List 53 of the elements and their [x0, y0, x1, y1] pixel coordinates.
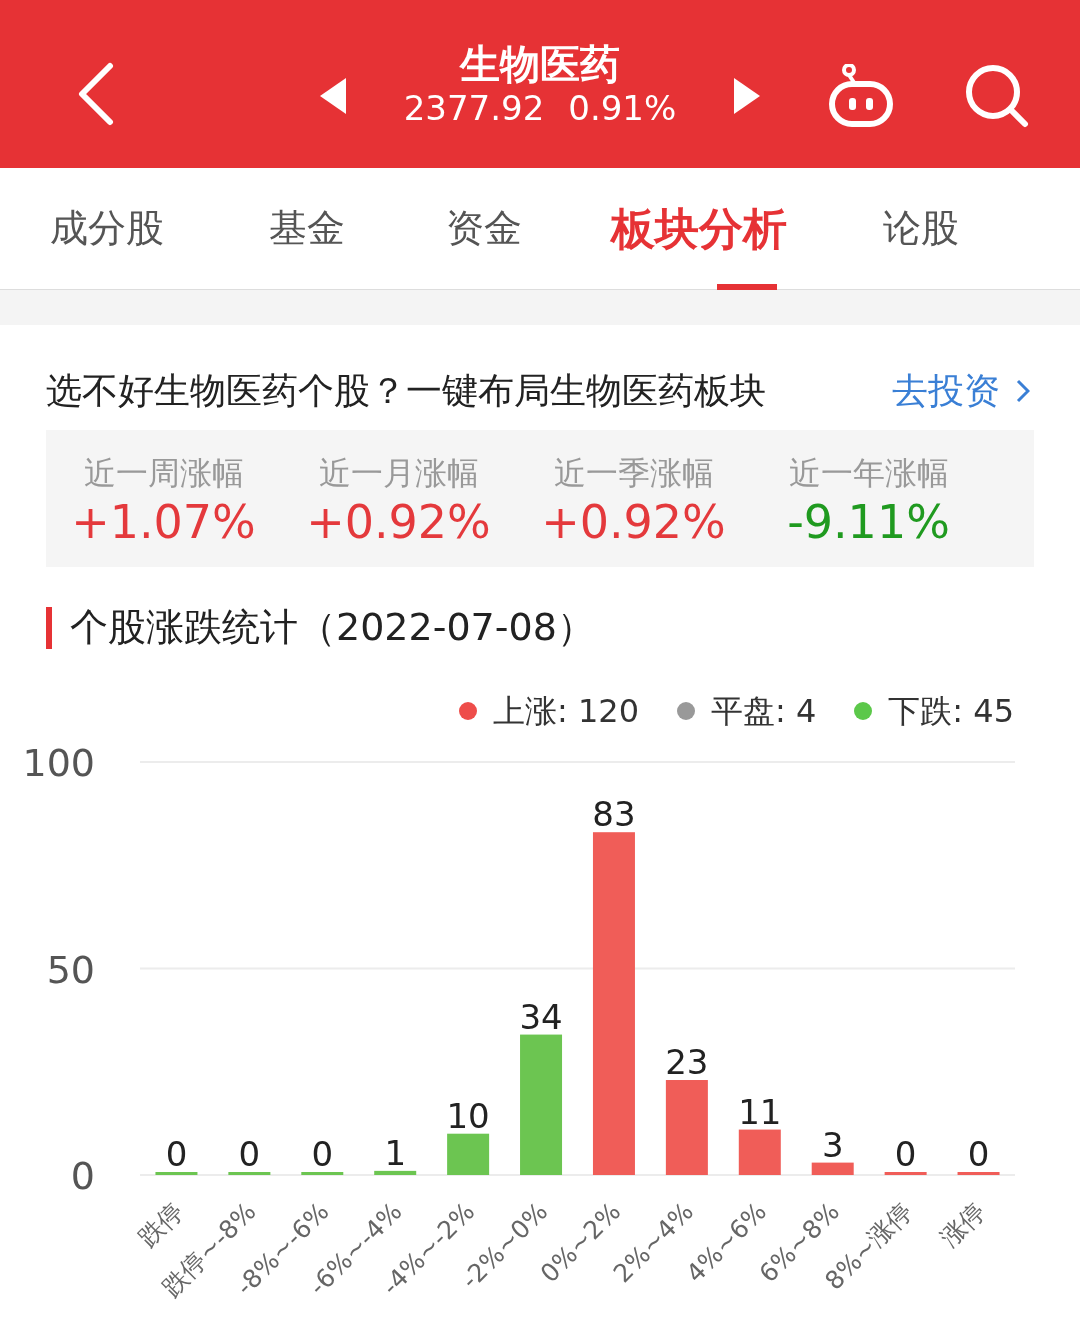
bar-value: 0	[165, 1133, 188, 1174]
legend-label: 上涨: 120	[493, 690, 639, 732]
next-icon[interactable]	[734, 78, 760, 114]
period-label: 近一月涨幅	[318, 453, 479, 495]
period-change: +0.92%	[306, 497, 491, 548]
legend-label: 下跌: 45	[888, 690, 1014, 732]
period-label: 近一季涨幅	[553, 453, 714, 495]
index-value: 2377.92	[403, 87, 545, 129]
bar	[155, 1171, 198, 1175]
chevron-right-icon	[1016, 378, 1030, 403]
bar-value: 1	[384, 1132, 407, 1173]
x-axis-label: 涨停	[934, 1196, 991, 1253]
x-axis-label: 跌停	[132, 1196, 189, 1253]
bar-value: 10	[446, 1095, 490, 1136]
bar-value: 34	[519, 996, 563, 1037]
period-change: +1.07%	[71, 497, 256, 548]
bar	[738, 1129, 781, 1175]
bar-value: 0	[238, 1133, 261, 1174]
bar-value: 0	[311, 1133, 334, 1174]
period-change: -9.11%	[787, 497, 950, 548]
back-icon[interactable]	[76, 62, 116, 126]
invest-link[interactable]: 去投资	[892, 363, 1030, 418]
y-axis-label: 50	[46, 947, 95, 992]
bar	[884, 1171, 927, 1175]
y-axis-label: 100	[22, 740, 95, 785]
bar	[228, 1171, 271, 1175]
index-name: 生物医药	[460, 39, 620, 88]
tab[interactable]: 论股	[883, 167, 1080, 290]
index-change: 0.91%	[568, 87, 677, 129]
tab[interactable]: 板块分析	[611, 167, 884, 290]
bar	[374, 1170, 417, 1175]
tab[interactable]: 基金	[268, 167, 446, 290]
bar-value: 23	[665, 1041, 709, 1082]
period-label: 近一周涨幅	[83, 453, 244, 495]
bar-value: 11	[738, 1091, 782, 1132]
bar-value: 83	[592, 794, 636, 834]
robot-icon[interactable]	[829, 64, 893, 128]
bar-value: 0	[894, 1133, 917, 1174]
bar-value: 0	[967, 1133, 990, 1174]
tab[interactable]: 成分股	[50, 167, 269, 290]
bar	[811, 1162, 854, 1175]
legend-label: 平盘: 4	[711, 690, 817, 732]
bar	[957, 1171, 1000, 1175]
bar	[301, 1171, 344, 1175]
promo-text: 选不好生物医药个股？一键布局生物医药板块	[46, 368, 766, 413]
bar	[447, 1133, 490, 1175]
section-title: 个股涨跌统计（2022-07-08）	[46, 607, 1034, 649]
bar-value: 3	[821, 1124, 844, 1165]
search-icon[interactable]	[965, 64, 1029, 128]
period-label: 近一年涨幅	[788, 453, 949, 495]
period-change: +0.92%	[541, 497, 726, 548]
previous-icon[interactable]	[320, 78, 346, 114]
y-axis-label: 0	[70, 1153, 95, 1198]
